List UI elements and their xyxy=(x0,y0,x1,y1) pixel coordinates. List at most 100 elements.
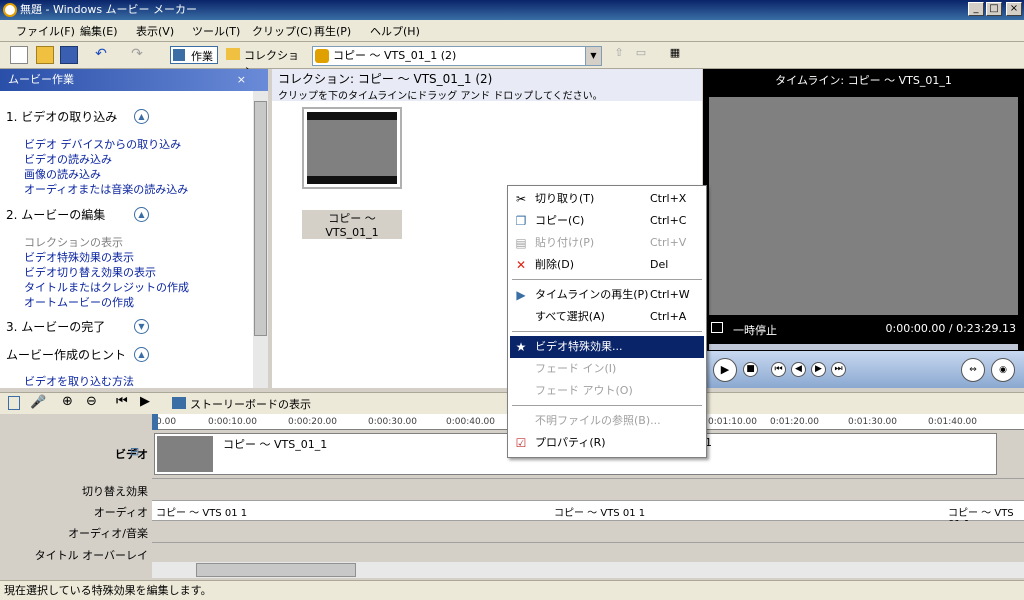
collections-folder-icon xyxy=(226,48,240,60)
camera-icon[interactable]: ◉ xyxy=(991,358,1015,382)
menu-edit[interactable]: 編集(E) xyxy=(80,23,118,39)
audio-clip-label: コピー 〜 VTS 01 1 xyxy=(554,508,646,519)
star-effect-icon: ★ xyxy=(515,340,527,354)
scissors-icon: ✂ xyxy=(515,192,527,206)
new-folder-icon[interactable]: ▭ xyxy=(632,46,650,64)
chevron-down-icon[interactable]: ▼ xyxy=(585,47,601,65)
ruler-tick: 0.00 xyxy=(156,417,177,427)
scroll-thumb[interactable] xyxy=(254,101,267,336)
maximize-button[interactable]: □ xyxy=(986,2,1002,16)
menu-view[interactable]: 表示(V) xyxy=(136,23,174,39)
link-capture-device[interactable]: ビデオ デバイスからの取り込み xyxy=(24,136,181,152)
ctx-browse-missing: 不明ファイルの参照(B)... xyxy=(535,414,661,427)
collection-title: コレクション: コピー 〜 VTS_01_1 (2) xyxy=(278,72,493,86)
expand-down-icon[interactable]: ▼ xyxy=(134,319,149,334)
tasks-button[interactable]: 作業 xyxy=(170,46,218,64)
ctx-cut[interactable]: ✂ 切り取り(T) Ctrl+X xyxy=(510,188,704,210)
open-folder-icon[interactable] xyxy=(36,46,54,64)
collections-button[interactable]: コレクション xyxy=(226,46,302,78)
storyboard-icon[interactable] xyxy=(172,397,186,409)
link-make-titles[interactable]: タイトルまたはクレジットの作成 xyxy=(24,279,189,295)
link-automovie[interactable]: オートムービーの作成 xyxy=(24,294,134,310)
ctx-delete[interactable]: ✕ 削除(D) Del xyxy=(510,254,704,276)
playback-controls: ▶ ■ ⏮ ◀ ▶ ⏭ ⇔ ◉ xyxy=(703,351,1024,388)
ruler-tick: 0:01:20.00 xyxy=(770,417,820,427)
forward-icon[interactable]: ▶ xyxy=(811,362,826,377)
seek-bar[interactable] xyxy=(709,344,1018,350)
narrate-mic-icon[interactable]: 🎤 xyxy=(30,395,46,410)
menu-clip[interactable]: クリップ(C) xyxy=(252,23,312,39)
new-icon[interactable] xyxy=(10,46,28,64)
link-import-pictures[interactable]: 画像の読み込み xyxy=(24,166,101,182)
track-label-title-overlay: タイトル オーバーレイ xyxy=(34,549,148,562)
scroll-thumb[interactable] xyxy=(196,563,356,577)
views-icon[interactable]: ▦ xyxy=(664,46,686,64)
stop-icon[interactable]: ■ xyxy=(743,362,758,377)
collection-select[interactable]: コピー 〜 VTS_01_1 (2) ▼ xyxy=(312,46,602,66)
set-audio-levels-icon[interactable] xyxy=(8,396,20,410)
ctx-properties[interactable]: ☑ プロパティ(R) xyxy=(510,432,704,454)
previous-icon[interactable]: ⏮ xyxy=(771,362,786,377)
collection-hint: クリップを下のタイムラインにドラッグ アンド ドロップしてください。 xyxy=(278,91,603,102)
play-icon[interactable]: ▶ xyxy=(713,358,737,382)
menu-tools[interactable]: ツール(T) xyxy=(192,23,240,39)
movie-tasks-pane: ムービー作業 × 1. ビデオの取り込み ▲ ビデオ デバイスからの取り込み ビ… xyxy=(0,69,268,388)
ctx-select-all[interactable]: すべて選択(A) Ctrl+A xyxy=(510,306,704,328)
video-clip-thumbnail xyxy=(157,436,213,472)
ctx-paste: ▤ 貼り付け(P) Ctrl+V xyxy=(515,236,687,250)
undo-icon[interactable]: ↶ xyxy=(92,46,110,64)
status-bar: 現在選択している特殊効果を編集します。 xyxy=(0,580,1024,600)
section-finish[interactable]: 3. ムービーの完了 xyxy=(6,318,105,335)
playhead[interactable] xyxy=(152,414,158,430)
ruler-tick: 0:00:10.00 xyxy=(208,417,258,427)
next-icon[interactable]: ⏭ xyxy=(831,362,846,377)
link-view-transitions[interactable]: ビデオ切り替え効果の表示 xyxy=(24,264,156,280)
link-import-video[interactable]: ビデオの読み込み xyxy=(24,151,112,167)
close-icon[interactable]: × xyxy=(237,69,246,91)
section-capture[interactable]: 1. ビデオの取り込み xyxy=(6,108,117,125)
link-import-audio[interactable]: オーディオまたは音楽の読み込み xyxy=(24,181,188,197)
ctx-play-timeline[interactable]: ▶ タイムラインの再生(P) Ctrl+W xyxy=(510,284,704,306)
storyboard-toggle[interactable]: ストーリーボードの表示 xyxy=(190,396,311,412)
clip-label[interactable]: コピー 〜 VTS_01_1 xyxy=(302,210,402,239)
link-how-to-capture[interactable]: ビデオを取り込む方法 xyxy=(24,373,134,389)
tasks-scrollbar[interactable] xyxy=(253,91,268,388)
zoom-out-icon[interactable]: ⊖ xyxy=(86,394,97,409)
zoom-in-icon[interactable]: ⊕ xyxy=(62,394,73,409)
ctx-copy[interactable]: ❐ コピー(C) Ctrl+C xyxy=(510,210,704,232)
timeline-scrollbar[interactable] xyxy=(152,562,1024,578)
close-button[interactable]: × xyxy=(1006,2,1022,16)
window-title: 無題 - Windows ムービー メーカー xyxy=(20,3,198,16)
fullscreen-icon[interactable] xyxy=(711,322,723,333)
redo-icon[interactable]: ↷ xyxy=(128,46,146,64)
collapse-up-icon[interactable]: ▲ xyxy=(134,109,149,124)
play-timeline-icon[interactable]: ▶ xyxy=(140,394,150,409)
rewind-icon[interactable]: ◀ xyxy=(791,362,806,377)
audio-track[interactable]: コピー 〜 VTS 01 1 コピー 〜 VTS 01 1 コピー 〜 VTS … xyxy=(152,501,1024,530)
up-arrow-icon[interactable]: ⇧ xyxy=(610,46,628,64)
menu-file[interactable]: ファイル(F) xyxy=(16,23,75,39)
ctx-video-effects[interactable]: ★ ビデオ特殊効果... xyxy=(510,336,704,358)
preview-screen xyxy=(709,97,1018,315)
ctx-fade-in: フェード イン(I) xyxy=(535,362,617,375)
collapse-up-icon[interactable]: ▲ xyxy=(134,347,149,362)
time-readout: 0:00:00.00 / 0:23:29.13 xyxy=(885,322,1017,335)
minimize-button[interactable]: _ xyxy=(968,2,984,16)
rewind-timeline-icon[interactable]: ⏮ xyxy=(116,394,128,409)
collapse-track-icon[interactable]: ⊟ xyxy=(130,445,139,458)
link-view-effects[interactable]: ビデオ特殊効果の表示 xyxy=(24,249,134,265)
menu-help[interactable]: ヘルプ(H) xyxy=(370,23,420,39)
clip-thumbnail[interactable] xyxy=(302,107,402,189)
split-clip-icon[interactable]: ⇔ xyxy=(961,358,985,382)
status-text: 現在選択している特殊効果を編集します。 xyxy=(4,584,212,597)
menu-play[interactable]: 再生(P) xyxy=(314,23,351,39)
tasks-icon xyxy=(173,49,185,61)
save-icon[interactable] xyxy=(60,46,78,64)
collapse-up-icon[interactable]: ▲ xyxy=(134,207,149,222)
link-view-collections: コレクションの表示 xyxy=(24,236,123,249)
delete-x-icon: ✕ xyxy=(515,258,527,272)
section-tips[interactable]: ムービー作成のヒント xyxy=(6,346,126,363)
context-menu: ✂ 切り取り(T) Ctrl+X ❐ コピー(C) Ctrl+C ▤ 貼り付け(… xyxy=(507,185,707,458)
menu-bar: ファイル(F) 編集(E) 表示(V) ツール(T) クリップ(C) 再生(P)… xyxy=(0,20,1024,42)
section-edit[interactable]: 2. ムービーの編集 xyxy=(6,206,105,223)
